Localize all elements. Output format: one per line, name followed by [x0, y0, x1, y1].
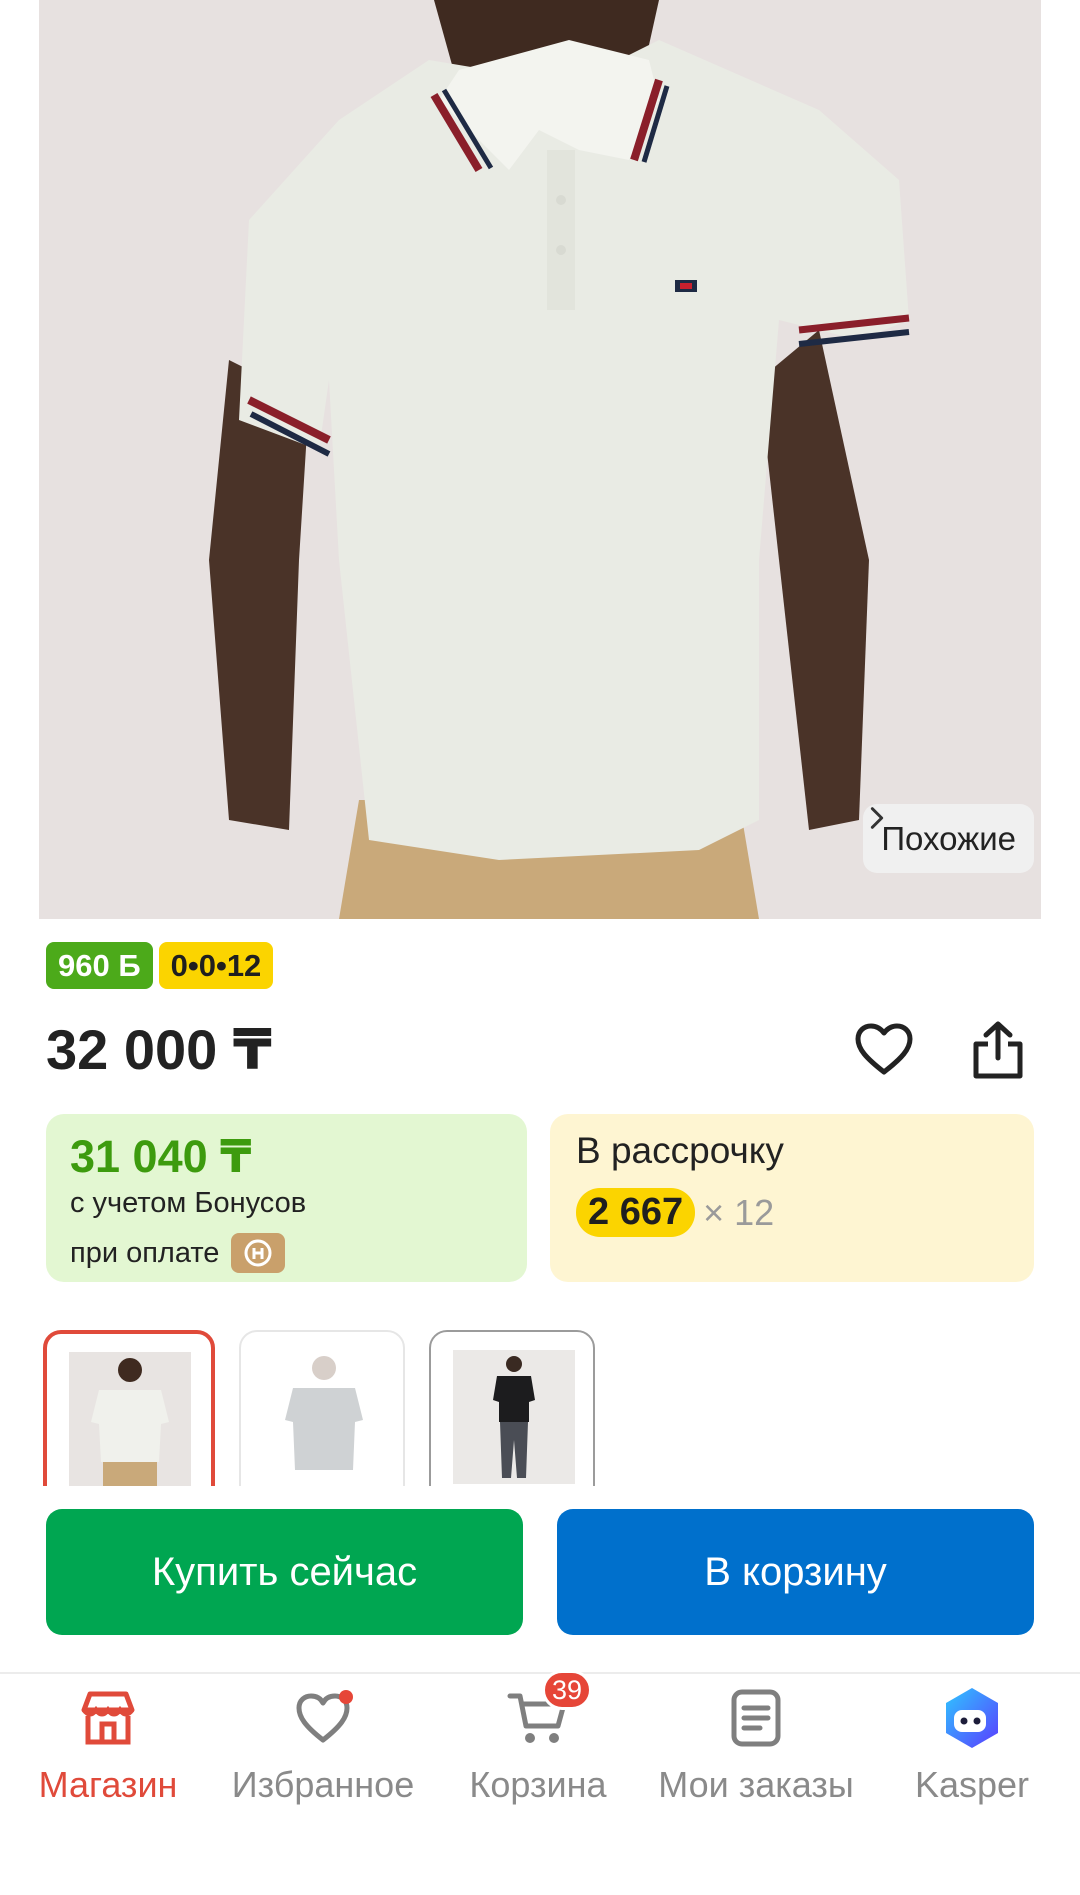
- thumbnail-3[interactable]: [429, 1330, 595, 1486]
- similar-products-button[interactable]: Похожие: [863, 804, 1034, 873]
- product-photo-illustration: [39, 0, 1041, 919]
- kasper-assistant-icon: [940, 1686, 1004, 1750]
- nav-item-orders[interactable]: Мои заказы: [648, 1676, 864, 1806]
- favorite-button[interactable]: [852, 1018, 916, 1082]
- thumbnail-photo-gray-polo: [263, 1350, 385, 1484]
- heart-icon: [855, 1023, 913, 1075]
- nav-label-cart: Корзина: [469, 1764, 607, 1805]
- nav-label-orders: Мои заказы: [658, 1764, 854, 1805]
- orders-icon: [724, 1686, 788, 1750]
- bonus-price: 31 040 ₸: [70, 1131, 252, 1182]
- nav-item-cart[interactable]: 39 Корзина: [430, 1670, 646, 1806]
- nav-label-shop: Магазин: [38, 1764, 178, 1805]
- nav-item-kasper[interactable]: Kasper: [864, 1676, 1080, 1806]
- heart-icon: [291, 1686, 355, 1750]
- chevron-right-icon: [871, 807, 884, 829]
- add-to-cart-button[interactable]: В корзину: [557, 1509, 1034, 1635]
- shop-icon: [76, 1686, 140, 1750]
- installment-months: × 12: [703, 1191, 775, 1233]
- installment-badge: 0•0•12: [158, 942, 274, 989]
- thumbnail-1[interactable]: [43, 1330, 215, 1486]
- nav-item-shop[interactable]: Магазин: [0, 1676, 216, 1806]
- purchase-actions: Купить сейчас В корзину: [46, 1509, 1034, 1635]
- bonus-payment-caption: при оплате: [70, 1233, 286, 1273]
- nav-label-kasper: Kasper: [914, 1764, 1030, 1805]
- share-button[interactable]: [966, 1018, 1030, 1082]
- installment-title: В рассрочку: [576, 1130, 784, 1171]
- bonus-price-card[interactable]: 31 040 ₸ с учетом Бонусов при оплате: [46, 1114, 527, 1282]
- bonus-points-badge: 960 Б: [46, 942, 153, 989]
- bonus-caption: с учетом Бонусов: [70, 1187, 307, 1219]
- promo-badges: 960 Б 0•0•12: [46, 942, 274, 989]
- buy-now-button[interactable]: Купить сейчас: [46, 1509, 523, 1635]
- cart-icon: 39: [506, 1670, 592, 1750]
- payment-method-icon: [231, 1233, 286, 1273]
- similar-label: Похожие: [881, 819, 1016, 857]
- nav-divider: [0, 1672, 1080, 1674]
- product-image[interactable]: Похожие: [39, 0, 1041, 919]
- product-price: 32 000 ₸: [46, 1018, 272, 1081]
- share-icon: [973, 1021, 1023, 1079]
- thumbnail-photo-black-polo: [453, 1350, 575, 1484]
- bottom-navigation: Магазин Избранное 39 Корзина Мои заказы …: [0, 1670, 1080, 1816]
- nav-item-favorites[interactable]: Избранное: [215, 1676, 431, 1806]
- nav-label-favorites: Избранное: [231, 1764, 415, 1805]
- cart-count-badge: 39: [542, 1670, 592, 1710]
- bonus-payment-label: при оплате: [70, 1236, 220, 1269]
- thumbnail-photo-white-polo: [69, 1352, 191, 1486]
- installment-card[interactable]: В рассрочку 2 667 × 12: [550, 1114, 1034, 1282]
- installment-amount: 2 667: [576, 1188, 696, 1237]
- installment-payment: 2 667 × 12: [576, 1188, 774, 1237]
- thumbnail-2[interactable]: [239, 1330, 405, 1486]
- favorites-notification-dot: [339, 1690, 353, 1704]
- image-thumbnails: [43, 1330, 1043, 1486]
